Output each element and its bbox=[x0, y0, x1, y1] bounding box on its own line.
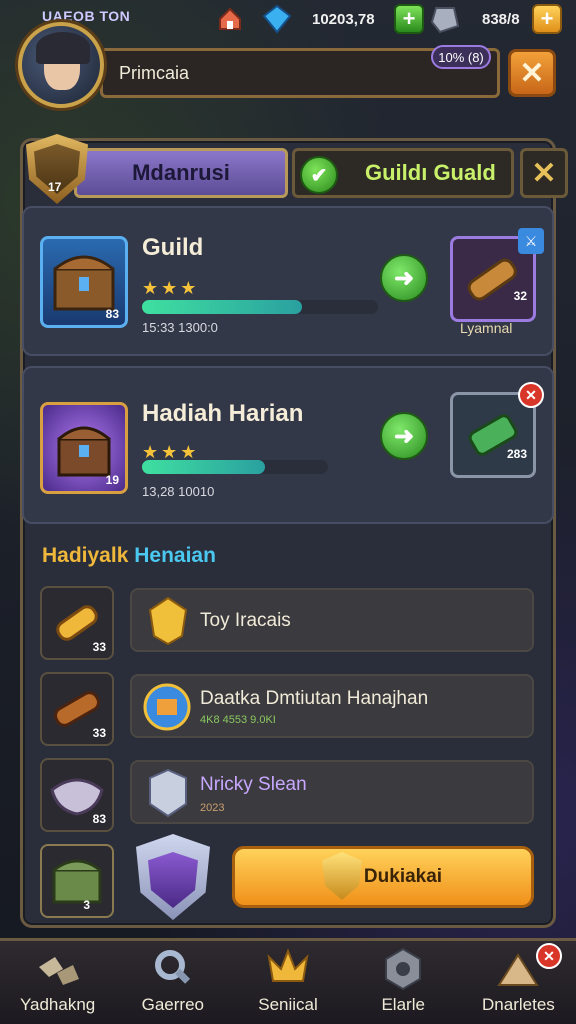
sword-icon: ⚔ bbox=[518, 228, 544, 254]
bottom-nav: Yadhakng Gaerreo Seniical Elarle Dnarlet… bbox=[0, 938, 576, 1024]
add-gold-button[interactable]: + bbox=[394, 4, 424, 34]
player-name-bar[interactable]: Primcaia 10% (8) bbox=[100, 45, 500, 98]
check-icon: ✔ bbox=[300, 156, 338, 194]
scroll-item-icon[interactable]: 33 bbox=[40, 586, 114, 660]
item-count: 19 bbox=[105, 473, 119, 487]
plus-icon: + bbox=[532, 4, 562, 34]
quest-card-guild: 83 Guild ★★★ 15:33 1300:0 ➜ 32 ⚔ Lyamnal bbox=[22, 206, 554, 356]
plus-icon: + bbox=[394, 4, 424, 34]
reward-count: 283 bbox=[506, 447, 527, 461]
nav-label: Seniical bbox=[258, 995, 318, 1014]
list-item[interactable]: Toy Iracais bbox=[130, 588, 534, 652]
nav-item-search[interactable]: Gaerreo bbox=[115, 941, 230, 1024]
nav-item-inventory[interactable]: Yadhakng bbox=[0, 941, 115, 1024]
section-title-a: Hadiyalk bbox=[42, 544, 129, 567]
progress-fill bbox=[142, 460, 265, 474]
list-item[interactable]: Nricky Slean 2023 bbox=[130, 760, 534, 824]
quest-card-daily: 19 Hadiah Harian ★★★ 13,28 10010 ➜ 283 ✕ bbox=[22, 366, 554, 524]
card-meta: 13,28 10010 bbox=[142, 484, 215, 499]
progress-bar bbox=[142, 300, 378, 314]
alert-badge-icon: ✕ bbox=[518, 382, 544, 408]
level-badge: 10% (8) bbox=[431, 45, 491, 69]
list-item-label: Nricky Slean bbox=[200, 774, 307, 795]
progress-fill bbox=[142, 300, 303, 314]
list-item-label: Toy Iracais bbox=[200, 610, 291, 631]
nav-item-settings[interactable]: Elarle bbox=[346, 941, 461, 1024]
gold-value: 10203,78 bbox=[312, 10, 375, 28]
progress-bar bbox=[142, 460, 328, 474]
item-count: 83 bbox=[92, 812, 106, 826]
search-icon bbox=[154, 950, 190, 984]
claim-button[interactable]: Dukiakai bbox=[232, 846, 534, 908]
chest-item-icon[interactable]: 3 bbox=[40, 844, 114, 918]
arrow-icon: ➜ bbox=[393, 264, 415, 292]
house-icon[interactable] bbox=[216, 5, 244, 33]
tab-close-button[interactable]: ✕ bbox=[520, 148, 568, 198]
list-item-sub: 4K8 4553 9.0KI bbox=[200, 714, 276, 726]
item-count: 83 bbox=[105, 307, 119, 321]
item-count: 33 bbox=[92, 640, 106, 654]
mask-item-icon[interactable]: 83 bbox=[40, 758, 114, 832]
gear-icon bbox=[385, 947, 422, 991]
close-icon: ✕ bbox=[519, 56, 545, 90]
gem-value: 838/8 bbox=[482, 10, 520, 28]
nav-label: Dnarletes bbox=[482, 995, 555, 1014]
arrow-icon: ➜ bbox=[393, 422, 415, 450]
go-button[interactable]: ➜ bbox=[380, 412, 428, 460]
gem-counter: 838/8 bbox=[476, 5, 520, 33]
player-title: Primcaia bbox=[119, 62, 190, 83]
tab-bar: Mdanrusi Guildı Guald ✔ ✕ bbox=[22, 140, 568, 202]
claim-button-label: Dukiakai bbox=[363, 866, 443, 887]
go-button[interactable]: ➜ bbox=[380, 254, 428, 302]
add-gem-button[interactable]: + bbox=[532, 4, 562, 34]
avatar[interactable] bbox=[18, 22, 104, 108]
close-button[interactable]: ✕ bbox=[508, 49, 556, 97]
card-meta: 15:33 1300:0 bbox=[142, 320, 218, 335]
reward-count: 32 bbox=[513, 289, 527, 303]
log-item-icon[interactable]: 33 bbox=[40, 672, 114, 746]
crown-icon bbox=[267, 948, 309, 982]
nav-item-center[interactable]: Seniical bbox=[230, 941, 345, 1024]
item-count: 33 bbox=[92, 726, 106, 740]
gold-counter: 10203,78 bbox=[306, 5, 375, 33]
section-title-b: Henaian bbox=[134, 544, 216, 567]
list-item-sub: 2023 bbox=[200, 802, 225, 814]
chest-icon: 83 bbox=[40, 236, 128, 328]
card-title: Guild bbox=[142, 234, 204, 261]
nav-item-shop[interactable]: Dnarletes ✕ bbox=[461, 941, 576, 1024]
alert-badge-icon: ✕ bbox=[536, 943, 563, 969]
avatar-hair bbox=[36, 32, 90, 64]
nav-label: Gaerreo bbox=[141, 995, 204, 1014]
shield-number: 17 bbox=[48, 180, 62, 194]
list-item-label: Daatka Dmtiutan Hanajhan bbox=[200, 688, 429, 709]
nav-label: Elarle bbox=[381, 995, 425, 1014]
reward-caption: Lyamnal bbox=[460, 320, 513, 336]
close-icon: ✕ bbox=[531, 156, 557, 190]
section-title: Hadiyalk Henaian bbox=[42, 544, 216, 568]
gift-chest-icon: 19 bbox=[40, 402, 128, 494]
gem-icon[interactable] bbox=[262, 4, 292, 34]
nav-label: Yadhakng bbox=[19, 995, 96, 1014]
tab-active[interactable]: Mdanrusi bbox=[74, 148, 288, 198]
card-title: Hadiah Harian bbox=[142, 400, 304, 427]
item-count: 3 bbox=[83, 898, 90, 912]
stones-icon bbox=[38, 957, 79, 985]
tent-icon bbox=[497, 953, 540, 986]
star-rating-icon: ★★★ bbox=[142, 278, 200, 298]
list-item[interactable]: Daatka Dmtiutan Hanajhan 4K8 4553 9.0KI bbox=[130, 674, 534, 738]
crystal-icon[interactable] bbox=[430, 5, 460, 34]
